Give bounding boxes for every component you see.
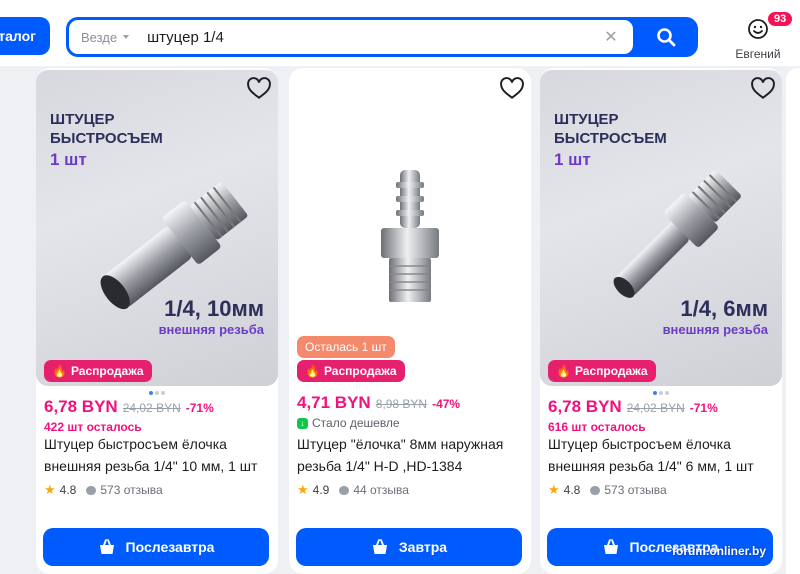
rating-value: 4.8: [59, 483, 77, 497]
search-button[interactable]: [634, 17, 698, 57]
promo-thread: внешняя резьба: [662, 322, 768, 337]
reviews-count[interactable]: 573 отзыва: [604, 483, 666, 497]
basket-icon: [603, 539, 618, 554]
stock-left: 616 шт осталось: [548, 420, 646, 434]
heart-icon[interactable]: [499, 76, 525, 102]
price-row: 4,71 BYN 8,98 BYN -47%: [297, 393, 460, 413]
star-icon: ★: [44, 482, 56, 497]
search-field-container: Везде штуцер 1/4 ✕: [69, 20, 633, 54]
forum-watermark: forum.onliner.by: [672, 544, 767, 558]
promo-size: 1/4, 10мм: [164, 296, 264, 321]
fitting-photo: [100, 182, 248, 310]
notification-badge: 93: [766, 10, 795, 28]
comment-icon: [339, 485, 350, 495]
price-row: 6,78 BYN 24,02 BYN -71%: [548, 397, 718, 417]
image-pager-dots: [540, 388, 782, 395]
comment-icon: [86, 485, 97, 495]
product-title[interactable]: Штуцер "ёлочка" 8мм наружная резьба 1/4"…: [297, 433, 525, 477]
next-card-edge: [786, 68, 800, 574]
product-title[interactable]: Штуцер быстросъем ёлочка внешняя резьба …: [44, 433, 272, 477]
rating-value: 4.9: [312, 483, 330, 497]
delivery-button[interactable]: Завтра: [296, 528, 522, 566]
rating-row: ★ 4.8 573 отзыва: [548, 482, 667, 498]
product-card[interactable]: ШТУЦЕР БЫСТРОСЪЕМ 1 шт 1/4, 6мм внешняя …: [540, 68, 782, 574]
price-drop-icon: ↓: [297, 417, 308, 429]
price-drop-note: ↓ Стало дешевле: [297, 416, 400, 430]
product-card[interactable]: ШТУЦЕР БЫСТРОСЪЕМ 1 шт 1/4, 10мм внешняя…: [36, 68, 278, 574]
product-image[interactable]: Осталась 1 шт 🔥 Распродажа: [289, 70, 531, 386]
reviews-count[interactable]: 44 отзыва: [353, 483, 409, 497]
stock-left: 422 шт осталось: [44, 420, 142, 434]
heart-icon[interactable]: [246, 76, 272, 102]
promo-thread: внешняя резьба: [158, 322, 264, 337]
sale-badge: 🔥 Распродажа: [548, 360, 656, 382]
delivery-button[interactable]: Послезавтра: [43, 528, 269, 566]
heart-icon[interactable]: [750, 76, 776, 102]
sale-badge-label: Распродажа: [323, 364, 397, 378]
rating-value: 4.8: [563, 483, 581, 497]
top-bar: талог Везде штуцер 1/4 ✕ Евгений 93: [0, 0, 800, 66]
user-profile-button[interactable]: Евгений 93: [728, 10, 795, 61]
discount-percent: -71%: [689, 401, 718, 415]
product-image[interactable]: ШТУЦЕР БЫСТРОСЪЕМ 1 шт 1/4, 6мм внешняя …: [540, 70, 782, 386]
image-pager-dots: [36, 388, 278, 395]
basket-icon: [372, 539, 387, 554]
comment-icon: [590, 485, 601, 495]
fire-icon: 🔥: [305, 364, 320, 378]
discount-percent: -71%: [185, 401, 214, 415]
old-price: 8,98 BYN: [375, 397, 428, 411]
reviews-count[interactable]: 573 отзыва: [100, 483, 162, 497]
star-icon: ★: [548, 482, 560, 497]
product-card[interactable]: Осталась 1 шт 🔥 Распродажа 4,71 BYN 8,98…: [289, 68, 531, 574]
promo-size: 1/4, 6мм: [680, 296, 768, 321]
search-icon: [657, 28, 676, 47]
catalog-button[interactable]: талог: [0, 17, 50, 55]
search-input[interactable]: штуцер 1/4: [147, 29, 597, 46]
discount-percent: -47%: [432, 397, 461, 411]
old-price: 24,02 BYN: [626, 401, 685, 415]
fire-icon: 🔥: [52, 364, 67, 378]
old-price: 24,02 BYN: [122, 401, 181, 415]
sale-badge-label: Распродажа: [574, 364, 648, 378]
search-scope-select[interactable]: Везде: [81, 29, 130, 45]
price-drop-label: Стало дешевле: [312, 416, 400, 430]
star-icon: ★: [297, 482, 309, 497]
chevron-down-icon: [123, 35, 130, 39]
fire-icon: 🔥: [556, 364, 571, 378]
stock-badge: Осталась 1 шт: [297, 336, 395, 358]
delivery-button-label: Послезавтра: [125, 539, 215, 555]
current-price: 4,71 BYN: [297, 393, 371, 412]
clear-search-icon[interactable]: ✕: [597, 23, 625, 51]
sale-badge: 🔥 Распродажа: [297, 360, 405, 382]
search-scope-label: Везде: [81, 29, 118, 45]
fitting-photo: [613, 170, 741, 298]
rating-row: ★ 4.8 573 отзыва: [44, 482, 163, 498]
sale-badge: 🔥 Распродажа: [44, 360, 152, 382]
price-row: 6,78 BYN 24,02 BYN -71%: [44, 397, 214, 417]
delivery-button-label: Завтра: [398, 539, 448, 555]
sale-badge-label: Распродажа: [70, 364, 144, 378]
user-name: Евгений: [735, 47, 781, 61]
current-price: 6,78 BYN: [44, 397, 118, 416]
current-price: 6,78 BYN: [548, 397, 622, 416]
rating-row: ★ 4.9 44 отзыва: [297, 482, 409, 498]
basket-icon: [99, 539, 114, 554]
product-image[interactable]: ШТУЦЕР БЫСТРОСЪЕМ 1 шт 1/4, 10мм внешняя…: [36, 70, 278, 386]
product-title[interactable]: Штуцер быстросъем ёлочка внешняя резьба …: [548, 433, 776, 477]
search-bar: Везде штуцер 1/4 ✕: [66, 17, 698, 57]
